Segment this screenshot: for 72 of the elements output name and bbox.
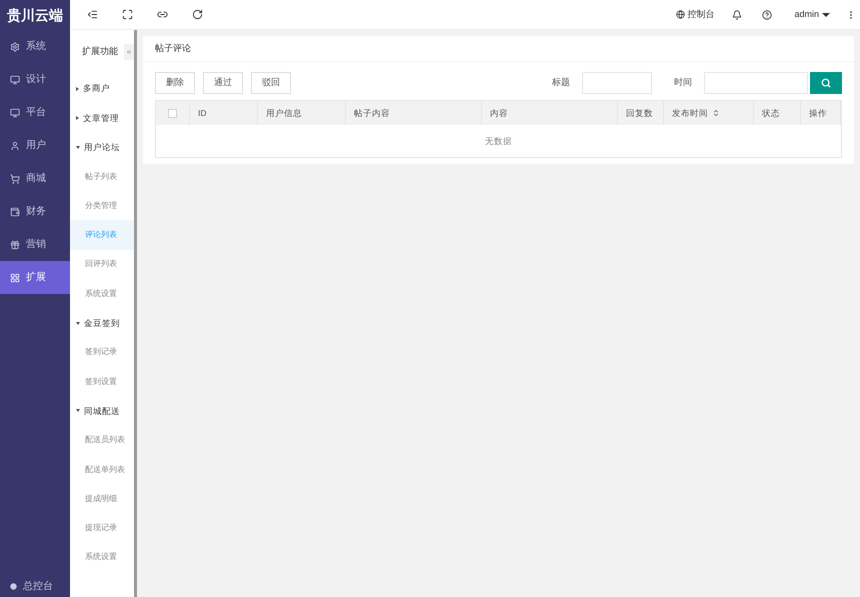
dot-icon — [10, 582, 17, 590]
submenu-item[interactable]: 提成明细 — [70, 484, 134, 514]
column-header: 发布时间 — [672, 106, 708, 120]
submenu-item[interactable]: 回评列表 — [70, 250, 134, 280]
fullscreen-icon[interactable] — [122, 9, 133, 20]
monitor-icon — [10, 74, 20, 84]
search-icon — [821, 78, 831, 88]
submenu-item[interactable]: 系统设置 — [70, 542, 134, 572]
caret-icon — [76, 146, 80, 149]
toolbar-button[interactable]: 驳回 — [251, 72, 291, 94]
submenu-item[interactable]: 签到设置 — [70, 366, 134, 396]
column-header: 帖子内容 — [354, 106, 390, 120]
submenu-group[interactable]: 文章管理 — [70, 103, 134, 133]
submenu-item[interactable]: 配送员列表 — [70, 426, 134, 455]
caret-icon — [822, 12, 830, 16]
brand-logo: 贵川云端 — [6, 6, 64, 25]
caret-icon — [76, 409, 80, 412]
toolbar-button[interactable]: 通过 — [203, 72, 243, 94]
column-header: 用户信息 — [266, 106, 302, 120]
monitor-icon — [10, 108, 20, 118]
main-nav-item[interactable]: 总控台 — [0, 575, 70, 597]
user-icon — [10, 140, 20, 150]
submenu-title: 扩展功能 — [82, 45, 118, 58]
submenu-group[interactable]: 多商户 — [70, 74, 134, 104]
select-all-checkbox[interactable] — [168, 108, 177, 118]
submenu-item[interactable]: 分类管理 — [70, 191, 134, 220]
grid-icon — [10, 272, 20, 282]
main-nav-item[interactable]: 设计 — [0, 63, 70, 96]
column-header: 回复数 — [626, 106, 653, 120]
caret-icon — [76, 322, 80, 325]
column-header: 内容 — [490, 106, 508, 120]
filter-field[interactable] — [582, 72, 652, 94]
refresh-icon[interactable] — [192, 9, 203, 20]
caret-icon — [76, 116, 79, 120]
submenu-group[interactable]: 金豆签到 — [70, 308, 134, 338]
toolbar-button[interactable]: 删除 — [155, 72, 195, 94]
submenu-item[interactable]: 提现记录 — [70, 513, 134, 543]
column-header: 操作 — [809, 106, 827, 120]
filter-field[interactable] — [704, 72, 808, 94]
bell-icon[interactable] — [732, 10, 742, 20]
link-icon[interactable] — [157, 9, 168, 20]
menu-icon[interactable] — [87, 9, 98, 20]
main-nav-item[interactable]: 系统 — [0, 30, 70, 63]
column-header: 状态 — [762, 106, 780, 120]
main-nav-item[interactable]: 用户 — [0, 129, 70, 162]
main-nav-item[interactable]: 商城 — [0, 162, 70, 195]
cart-icon — [10, 174, 20, 184]
sort-icon[interactable] — [712, 109, 720, 117]
submenu-item[interactable]: 系统设置 — [70, 279, 134, 308]
column-header: ID — [198, 106, 206, 120]
filter-label: 标题 — [552, 76, 570, 90]
main-nav-item[interactable]: 财务 — [0, 195, 70, 228]
submenu-group[interactable]: 同城配送 — [70, 396, 134, 426]
main-nav-item[interactable]: 平台 — [0, 96, 70, 129]
submenu-group[interactable]: 用户论坛 — [70, 132, 134, 162]
wallet-icon — [10, 206, 20, 216]
caret-icon — [76, 86, 79, 91]
console-link[interactable]: 控制台 — [676, 8, 714, 22]
submenu-item[interactable]: 配送单列表 — [70, 454, 134, 484]
user-menu[interactable]: admin — [794, 8, 830, 22]
panel-title: 帖子评论 — [155, 42, 191, 55]
filter-label: 时间 — [674, 76, 692, 90]
submenu-item[interactable]: 签到记录 — [70, 338, 134, 367]
help-icon[interactable] — [762, 10, 772, 20]
search-button[interactable] — [810, 72, 842, 94]
gift-icon — [10, 240, 20, 250]
main-nav-item[interactable]: 扩展 — [0, 261, 70, 294]
submenu-item[interactable]: 帖子列表 — [70, 162, 134, 192]
gear-icon — [10, 42, 20, 52]
empty-message: 无数据 — [485, 134, 512, 148]
main-nav-item[interactable]: 营销 — [0, 228, 70, 261]
globe-icon — [676, 10, 686, 19]
